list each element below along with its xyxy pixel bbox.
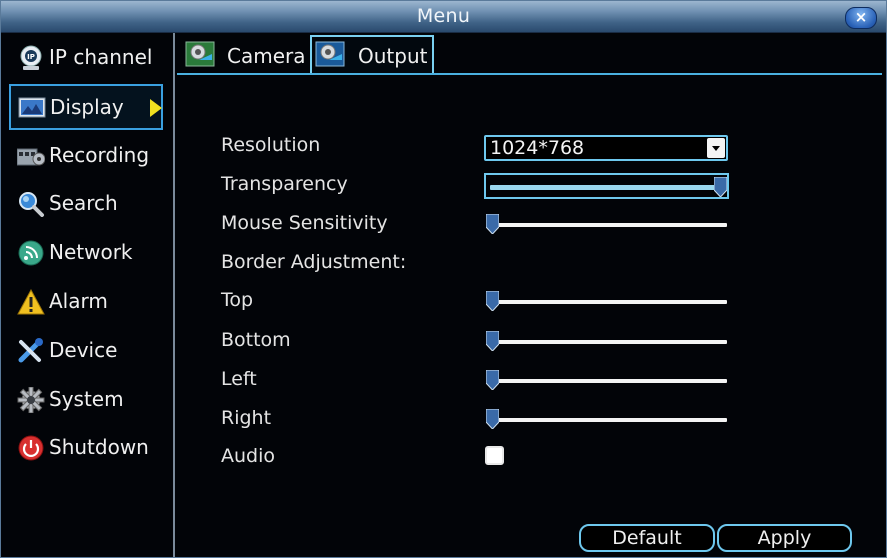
sidebar-item-system[interactable]: System — [9, 377, 163, 423]
left-slider[interactable] — [484, 368, 729, 394]
slider-track — [488, 300, 727, 304]
resolution-value: 1024*768 — [490, 137, 585, 159]
chevron-down-icon[interactable] — [707, 138, 725, 158]
sidebar-item-label: Recording — [49, 143, 150, 167]
menu-window: Menu × IP IP channel Display Recording S… — [0, 0, 887, 558]
network-icon — [18, 240, 44, 266]
svg-text:IP: IP — [27, 53, 35, 61]
sidebar-item-label: Alarm — [49, 289, 108, 313]
display-icon — [18, 97, 46, 118]
content-panel: Camera Output Resolution 1024*768 Transp… — [177, 33, 886, 557]
output-settings-icon — [315, 41, 345, 67]
sidebar-item-display[interactable]: Display — [9, 84, 163, 130]
sidebar-item-label: System — [49, 387, 124, 411]
border-adjustment-label: Border Adjustment: — [221, 251, 407, 273]
tab-output[interactable]: Output — [310, 35, 434, 75]
warning-icon — [17, 289, 45, 315]
sidebar-item-label: Device — [49, 338, 118, 362]
bottom-slider[interactable] — [484, 329, 729, 355]
ip-camera-icon: IP — [20, 45, 42, 70]
left-label: Left — [221, 368, 257, 390]
top-slider[interactable] — [484, 289, 729, 315]
slider-thumb[interactable] — [486, 214, 499, 234]
close-icon: × — [854, 8, 868, 26]
slider-thumb[interactable] — [486, 291, 499, 311]
resolution-select[interactable]: 1024*768 — [484, 135, 728, 161]
sidebar-item-label: Display — [50, 95, 124, 119]
title-bar: Menu × — [1, 1, 886, 33]
slider-track — [488, 340, 727, 344]
top-label: Top — [221, 289, 254, 311]
audio-label: Audio — [221, 445, 276, 467]
slider-thumb[interactable] — [486, 331, 499, 351]
resolution-label: Resolution — [221, 134, 321, 156]
tab-camera[interactable]: Camera — [179, 35, 309, 75]
sidebar: IP IP channel Display Recording Search N… — [1, 33, 175, 557]
tab-label: Output — [358, 44, 428, 68]
sidebar-item-label: Network — [49, 240, 133, 264]
power-icon — [18, 435, 44, 461]
film-recording-icon — [17, 148, 45, 166]
tools-icon — [18, 338, 43, 363]
right-label: Right — [221, 407, 272, 429]
sidebar-item-alarm[interactable]: Alarm — [9, 279, 163, 325]
slider-thumb[interactable] — [486, 370, 499, 390]
apply-button[interactable]: Apply — [717, 524, 852, 552]
slider-track — [488, 418, 727, 422]
window-title: Menu — [416, 5, 471, 27]
transparency-slider[interactable] — [484, 173, 729, 199]
tab-label: Camera — [227, 44, 306, 68]
sidebar-item-label: IP channel — [49, 45, 153, 69]
mouse-sensitivity-slider[interactable] — [484, 212, 729, 238]
sidebar-item-recording[interactable]: Recording — [9, 133, 163, 179]
slider-track — [488, 379, 727, 383]
audio-checkbox[interactable] — [485, 446, 504, 465]
slider-track — [490, 185, 725, 190]
sidebar-item-network[interactable]: Network — [9, 230, 163, 276]
magnifier-icon — [19, 192, 44, 217]
default-button[interactable]: Default — [579, 524, 715, 552]
sidebar-item-search[interactable]: Search — [9, 181, 163, 227]
sidebar-item-label: Search — [49, 191, 118, 215]
close-button[interactable]: × — [845, 7, 877, 29]
mouse-sensitivity-label: Mouse Sensitivity — [221, 212, 388, 234]
tab-underline — [177, 73, 882, 75]
slider-track — [488, 223, 727, 227]
right-slider[interactable] — [484, 407, 729, 433]
active-arrow-icon — [150, 99, 162, 117]
slider-thumb[interactable] — [486, 409, 499, 429]
sidebar-item-ip-channel[interactable]: IP IP channel — [9, 35, 163, 81]
bottom-label: Bottom — [221, 329, 291, 351]
slider-thumb[interactable] — [714, 177, 727, 197]
transparency-label: Transparency — [221, 173, 348, 195]
sidebar-item-label: Shutdown — [49, 435, 149, 459]
gear-icon — [17, 387, 45, 413]
camera-settings-icon — [185, 41, 215, 67]
sidebar-item-shutdown[interactable]: Shutdown — [9, 425, 163, 471]
sidebar-item-device[interactable]: Device — [9, 328, 163, 374]
